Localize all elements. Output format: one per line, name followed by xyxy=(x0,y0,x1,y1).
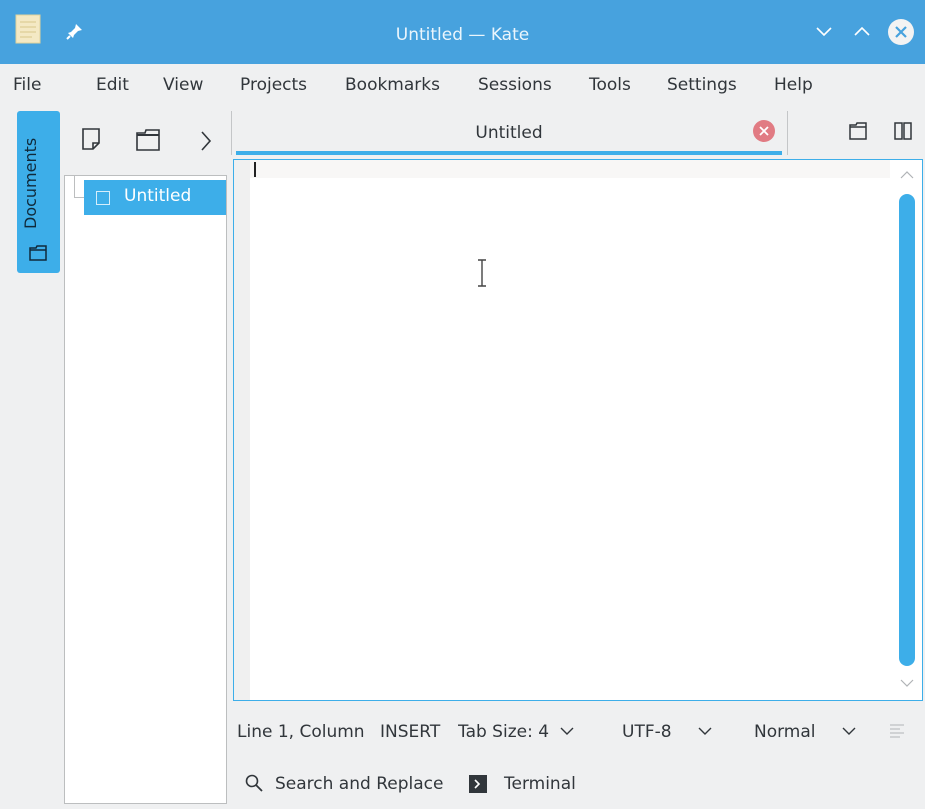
menu-settings[interactable]: Settings xyxy=(667,64,737,106)
unknown-file-icon xyxy=(96,191,110,205)
menu-tools[interactable]: Tools xyxy=(589,64,631,106)
minimize-button[interactable] xyxy=(815,24,833,38)
chevron-right-icon[interactable] xyxy=(199,130,213,152)
cursor-position[interactable]: Line 1, Column xyxy=(237,712,377,752)
document-list xyxy=(64,175,227,804)
panel-divider[interactable] xyxy=(231,111,232,155)
terminal-icon xyxy=(469,775,487,793)
close-icon xyxy=(895,26,907,38)
menu-projects[interactable]: Projects xyxy=(240,64,307,106)
tab-untitled[interactable]: Untitled xyxy=(236,111,782,155)
document-item[interactable]: Untitled xyxy=(84,180,226,215)
title-bar[interactable]: Untitled — Kate xyxy=(0,0,925,64)
close-icon xyxy=(759,126,769,136)
open-folder-icon[interactable] xyxy=(136,129,160,151)
search-and-replace-button[interactable]: Search and Replace xyxy=(275,764,443,804)
input-mode[interactable]: INSERT xyxy=(380,712,450,752)
close-button[interactable] xyxy=(888,19,914,45)
menu-edit[interactable]: Edit xyxy=(96,64,129,106)
document-item-label: Untitled xyxy=(124,186,192,206)
split-view-icon[interactable] xyxy=(894,122,912,140)
chevron-down-icon[interactable] xyxy=(698,726,712,736)
active-tab-indicator xyxy=(236,151,782,155)
document-menu-icon[interactable] xyxy=(889,723,905,739)
quick-open-icon[interactable] xyxy=(849,122,867,140)
chevron-down-icon[interactable] xyxy=(842,726,856,736)
menu-help[interactable]: Help xyxy=(774,64,813,106)
scroll-down-icon[interactable] xyxy=(900,678,914,688)
pin-icon[interactable] xyxy=(66,22,84,40)
encoding-selector[interactable]: UTF-8 xyxy=(622,712,682,752)
documents-tool-tab[interactable]: Documents xyxy=(17,111,60,273)
editor-gutter[interactable] xyxy=(234,160,250,700)
menu-view[interactable]: View xyxy=(163,64,203,106)
scrollbar-thumb[interactable] xyxy=(899,194,915,666)
tab-separator xyxy=(787,111,788,155)
current-line-highlight xyxy=(250,160,890,178)
folder-icon xyxy=(29,245,47,261)
kate-app-icon xyxy=(15,14,41,44)
ibeam-cursor-icon xyxy=(478,259,486,287)
search-icon xyxy=(245,774,263,792)
text-editor[interactable] xyxy=(233,159,923,701)
menu-sessions[interactable]: Sessions xyxy=(478,64,552,106)
maximize-button[interactable] xyxy=(853,24,871,38)
window-title: Untitled — Kate xyxy=(395,25,530,45)
tab-close-button[interactable] xyxy=(753,120,775,142)
new-document-icon[interactable] xyxy=(81,127,101,151)
terminal-button[interactable]: Terminal xyxy=(504,764,576,804)
menu-bar: File Edit View Projects Bookmarks Sessio… xyxy=(0,64,925,106)
syntax-mode-selector[interactable]: Normal xyxy=(754,712,829,752)
tab-size-selector[interactable]: Tab Size: 4 xyxy=(458,712,555,752)
menu-file[interactable]: File xyxy=(13,64,41,106)
chevron-down-icon[interactable] xyxy=(560,726,574,736)
documents-tab-label: Documents xyxy=(21,137,40,229)
text-cursor xyxy=(254,162,256,177)
menu-bookmarks[interactable]: Bookmarks xyxy=(345,64,440,106)
scroll-up-icon[interactable] xyxy=(900,170,914,180)
